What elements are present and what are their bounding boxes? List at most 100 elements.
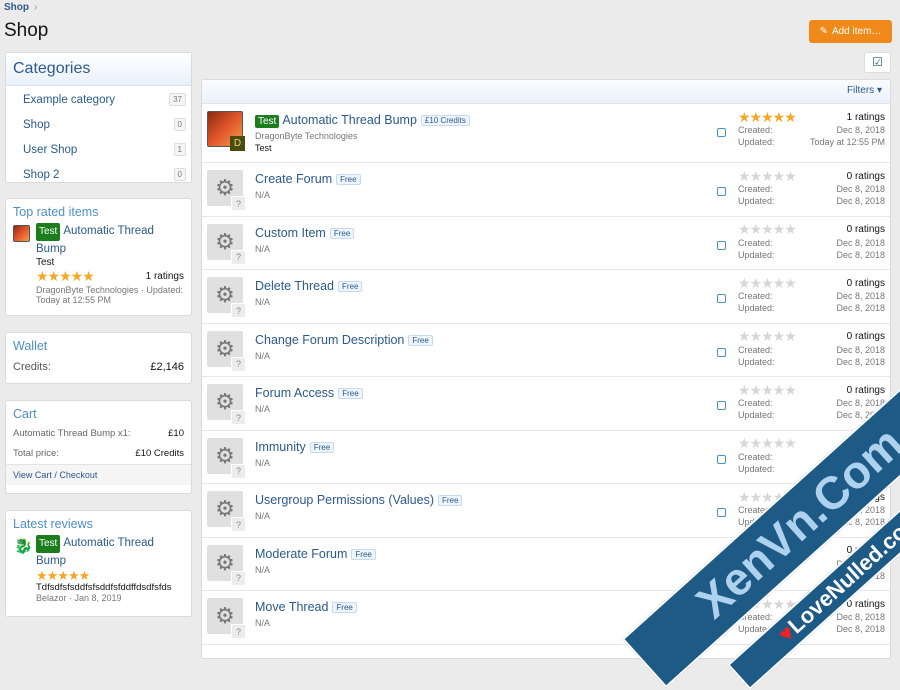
category-item[interactable]: Example category 37 <box>6 87 191 112</box>
cart-item-price: £10 <box>168 428 184 439</box>
gear-icon[interactable]: ⚙? <box>207 277 246 318</box>
gear-icon[interactable]: ⚙? <box>207 223 246 265</box>
updated-date: Dec 8, 2018 <box>836 624 885 634</box>
item-author: N/A <box>255 243 271 254</box>
item-title-link[interactable]: Custom Item <box>255 226 326 240</box>
item-title-link[interactable]: Automatic Thread Bump <box>282 113 417 127</box>
gear-icon[interactable]: ⚙? <box>207 437 246 479</box>
select-checkbox[interactable] <box>717 240 726 250</box>
item-row: D Test Automatic Thread Bump £10 Credits D… <box>202 104 890 163</box>
wallet-block: Wallet Credits: £2,146 <box>5 332 192 384</box>
price-badge: Free <box>338 388 363 400</box>
created-label: Created: <box>738 184 773 194</box>
item-title-link[interactable]: Move Thread <box>255 600 328 614</box>
created-date: Dec 8, 2018 <box>836 398 885 408</box>
categories-block: Categories Example category 37 Shop 0 User S… <box>5 52 192 183</box>
item-row: ⚙? Change Forum Description Free N/A ★★★★… <box>202 324 890 377</box>
breadcrumb[interactable]: Shop › <box>4 2 37 13</box>
item-title-link[interactable]: Immunity <box>255 440 306 454</box>
credits-value: £2,146 <box>150 361 184 373</box>
gear-icon[interactable]: ⚙? <box>207 598 246 639</box>
page-title: Shop <box>4 20 49 41</box>
filters-bar: Filters ▾ <box>202 80 890 104</box>
ratings-count: 0 ratings <box>846 170 885 182</box>
updated-date: Dec 8, 2018 <box>836 356 885 367</box>
rating-stars: ★★★★★ <box>36 568 90 583</box>
item-row: ⚙? Delete Thread Free N/A ★★★★★ 0 ratings … <box>202 270 890 324</box>
select-checkbox[interactable] <box>717 454 726 464</box>
updated-date: Dec 8, 2018 <box>836 196 885 206</box>
rating-stars: ★★★★★ <box>738 328 797 344</box>
gear-icon[interactable]: ⚙? <box>207 330 246 372</box>
tag-test: Test <box>36 535 61 553</box>
ratings-count: 0 ratings <box>846 224 885 235</box>
gear-icon[interactable]: ⚙? <box>207 384 246 425</box>
category-item[interactable]: Shop 2 0 <box>6 162 191 187</box>
select-checkbox[interactable] <box>717 508 726 517</box>
price-badge: Free <box>309 441 335 453</box>
select-checkbox[interactable] <box>717 294 726 303</box>
item-description: Test <box>255 143 272 153</box>
select-checkbox[interactable] <box>717 401 726 410</box>
add-item-label: Add item… <box>831 26 882 37</box>
price-badge: Free <box>329 227 355 239</box>
latest-reviews-title: Latest reviews <box>13 517 93 531</box>
category-item[interactable]: User Shop 1 <box>6 137 191 162</box>
select-toggle-button[interactable]: ☑ <box>864 52 891 73</box>
item-title-link[interactable]: Change Forum Description <box>255 333 404 347</box>
category-count: 0 <box>173 118 186 131</box>
gear-icon[interactable]: ⚙? <box>207 170 246 211</box>
category-count: 0 <box>173 168 186 181</box>
select-checkbox[interactable] <box>717 128 726 137</box>
updated-label: Updated: <box>738 356 775 367</box>
rating-stars: ★★★★★ <box>738 108 797 125</box>
created-label: Created: <box>738 125 773 135</box>
created-label: Created: <box>738 451 773 462</box>
item-author: N/A <box>255 190 271 200</box>
author-avatar: D <box>230 136 245 151</box>
ratings-count: 1 ratings <box>145 271 184 282</box>
created-date: Dec 8, 2018 <box>836 291 885 301</box>
ratings-count: 0 ratings <box>846 331 885 342</box>
category-label: Example category <box>23 93 116 106</box>
category-item[interactable]: Shop 0 <box>6 112 191 137</box>
updated-label: Updated: <box>738 249 775 260</box>
item-author: N/A <box>255 618 271 628</box>
item-row: ⚙? ImmunityFree N/A ★★★★★0 ratings Creat… <box>202 431 890 484</box>
review-text: Tdfsdfsfsddfsfsddfsfddffdsdfsfds <box>36 582 172 593</box>
select-checkbox[interactable] <box>717 187 726 196</box>
created-label: Created: <box>738 398 773 408</box>
add-item-button[interactable]: ✎ Add item… <box>809 20 892 43</box>
gear-icon[interactable]: ⚙? <box>207 491 246 532</box>
updated-date: Dec 8, 2018 <box>836 249 885 260</box>
rating-stars: ★★★★★ <box>738 435 797 451</box>
view-cart-link[interactable]: View Cart / Checkout <box>6 464 191 485</box>
item-title-link[interactable]: Usergroup Permissions (Values) <box>255 493 434 507</box>
item-author: N/A <box>255 404 271 414</box>
category-count: 1 <box>173 143 186 156</box>
price-badge: Free <box>332 602 357 614</box>
select-checkbox[interactable] <box>717 347 726 357</box>
item-title-link[interactable]: Create Forum <box>255 172 332 186</box>
item-image[interactable]: D <box>207 111 245 151</box>
price-badge: Free <box>351 548 376 560</box>
question-icon: ? <box>231 570 246 586</box>
item-title-link[interactable]: Forum Access <box>255 386 334 400</box>
categories-title: Categories <box>6 53 191 86</box>
user-avatar[interactable]: 🐉 <box>14 537 33 555</box>
rating-stars: ★★★★★ <box>738 274 797 291</box>
item-title-link[interactable]: Delete Thread <box>255 279 334 293</box>
gear-icon[interactable]: ⚙? <box>207 544 246 586</box>
updated-date: Dec 8, 2018 <box>836 303 885 313</box>
top-rated-title: Top rated items <box>13 205 99 219</box>
created-label: Created: <box>738 237 773 248</box>
updated-label: Updated: <box>738 410 775 420</box>
question-icon: ? <box>231 410 246 425</box>
filters-button[interactable]: Filters ▾ <box>847 85 882 96</box>
breadcrumb-shop[interactable]: Shop <box>4 2 29 13</box>
question-icon: ? <box>231 196 246 211</box>
checkbox-icon: ☑ <box>872 55 883 69</box>
chevron-right-icon: › <box>34 2 38 13</box>
item-title-link[interactable]: Moderate Forum <box>255 547 347 561</box>
item-author: N/A <box>255 511 271 521</box>
